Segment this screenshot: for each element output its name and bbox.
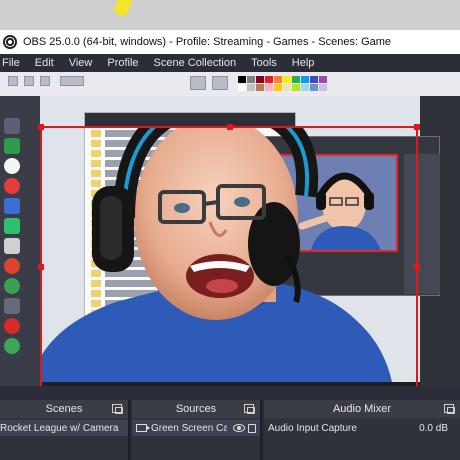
audio-mixer-dock: Audio Mixer Audio Input Capture 0.0 dB (264, 400, 460, 460)
menu-file[interactable]: File (2, 57, 20, 69)
lock-icon[interactable] (248, 423, 256, 433)
dock-area: Scenes Rocket League w/ Camera Sources G… (0, 400, 460, 460)
menu-bar: File Edit View Profile Scene Collection … (0, 54, 460, 72)
menu-view[interactable]: View (69, 57, 93, 69)
title-bar: OBS 25.0.0 (64-bit, windows) - Profile: … (0, 30, 460, 54)
menu-scene-collection[interactable]: Scene Collection (154, 57, 237, 69)
mixer-channel-label: Audio Input Capture (268, 422, 357, 434)
obs-logo-icon (3, 35, 17, 49)
app-icon (4, 138, 20, 154)
eye-icon[interactable] (233, 424, 245, 432)
obs-window: OBS 25.0.0 (64-bit, windows) - Profile: … (0, 30, 460, 460)
window-title: OBS 25.0.0 (64-bit, windows) - Profile: … (23, 36, 392, 48)
menu-tools[interactable]: Tools (251, 57, 277, 69)
app-icon (4, 198, 20, 214)
undock-icon[interactable] (244, 404, 255, 414)
undock-icon[interactable] (112, 404, 123, 414)
preview-canvas[interactable] (0, 72, 460, 386)
mixer-channel-level: 0.0 dB (419, 422, 448, 434)
yellow-mark (112, 0, 134, 18)
scenes-title: Scenes (45, 403, 83, 415)
captured-desktop-sidebar (0, 72, 40, 386)
sources-dock: Sources Green Screen Ca (132, 400, 262, 460)
menu-profile[interactable]: Profile (107, 57, 138, 69)
audio-mixer-title: Audio Mixer (332, 403, 392, 415)
source-item-label: Green Screen Ca (151, 422, 227, 434)
app-icon (4, 158, 20, 174)
menu-edit[interactable]: Edit (35, 57, 54, 69)
undock-icon[interactable] (444, 404, 455, 414)
app-icon (4, 278, 20, 294)
paint-toolbar (0, 72, 460, 96)
app-icon (4, 218, 20, 234)
scenes-dock: Scenes Rocket League w/ Camera (0, 400, 130, 460)
scene-item-label: Rocket League w/ Camera (0, 422, 119, 434)
scene-item[interactable]: Rocket League w/ Camera (0, 420, 128, 436)
sources-title: Sources (175, 403, 217, 415)
color-palette (238, 76, 327, 91)
mixer-channel: Audio Input Capture 0.0 dB (264, 420, 460, 436)
app-icon (4, 318, 20, 334)
app-icon (4, 178, 20, 194)
menu-help[interactable]: Help (292, 57, 315, 69)
app-icon (4, 298, 20, 314)
app-icon (4, 118, 20, 134)
app-icon (4, 338, 20, 354)
camera-icon (136, 424, 150, 432)
desktop-background (0, 0, 460, 30)
app-icon (4, 258, 20, 274)
webcam-subject (40, 126, 420, 382)
app-icon (4, 238, 20, 254)
source-item[interactable]: Green Screen Ca (132, 420, 260, 436)
